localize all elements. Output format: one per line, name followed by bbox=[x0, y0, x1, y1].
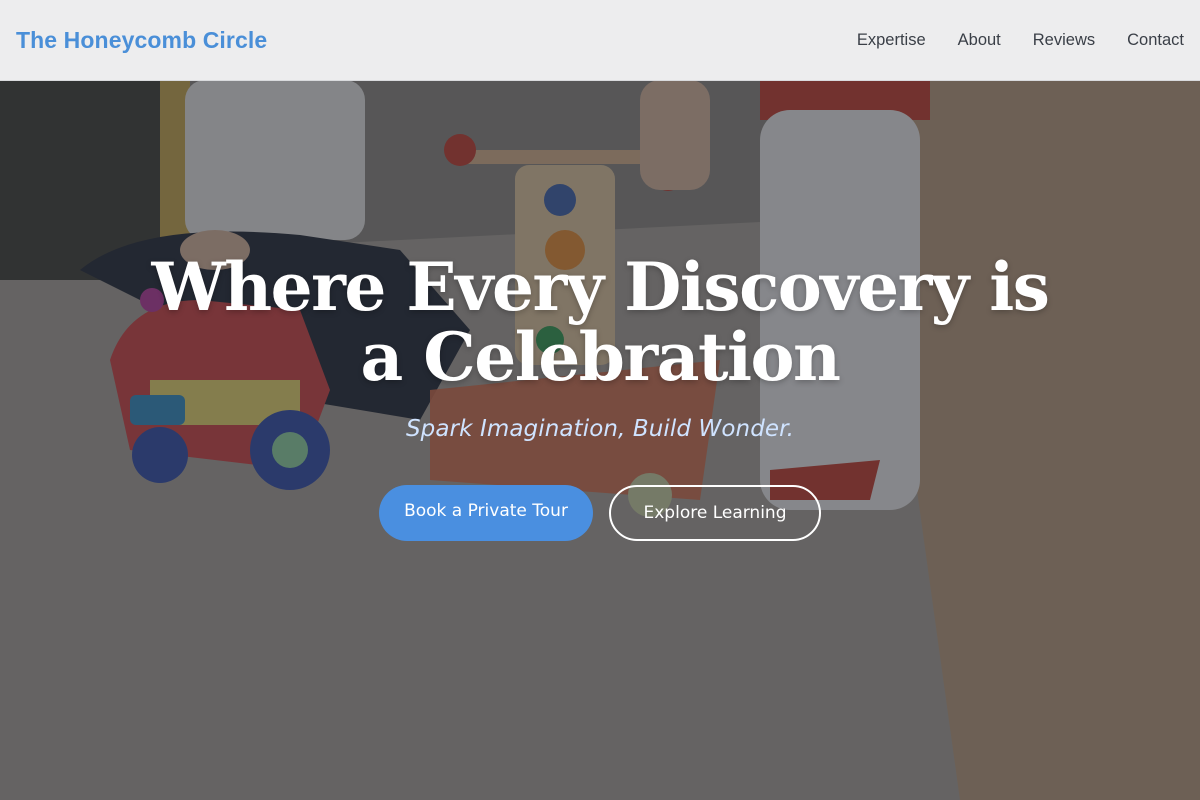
nav-link-contact[interactable]: Contact bbox=[1127, 31, 1184, 50]
nav-link-expertise[interactable]: Expertise bbox=[857, 31, 926, 50]
hero-headline-line-1: Where Every Discovery is bbox=[151, 248, 1050, 326]
hero-cta-group: Book a Private Tour Explore Learning bbox=[0, 485, 1200, 541]
hero-tagline: Spark Imagination, Build Wonder. bbox=[405, 416, 795, 442]
hero-headline: Where Every Discovery is a Celebration bbox=[0, 252, 1200, 392]
hero-headline-line-2: a Celebration bbox=[360, 318, 841, 396]
brand-logo[interactable]: The Honeycomb Circle bbox=[16, 27, 267, 54]
site-header: The Honeycomb Circle Expertise About Rev… bbox=[0, 0, 1200, 81]
nav-link-about[interactable]: About bbox=[958, 31, 1001, 50]
book-tour-button[interactable]: Book a Private Tour bbox=[379, 485, 593, 541]
nav-link-reviews[interactable]: Reviews bbox=[1033, 31, 1095, 50]
main-nav: Expertise About Reviews Contact bbox=[857, 31, 1184, 50]
hero-content: Where Every Discovery is a Celebration S… bbox=[0, 252, 1200, 541]
explore-learning-button[interactable]: Explore Learning bbox=[609, 485, 821, 541]
